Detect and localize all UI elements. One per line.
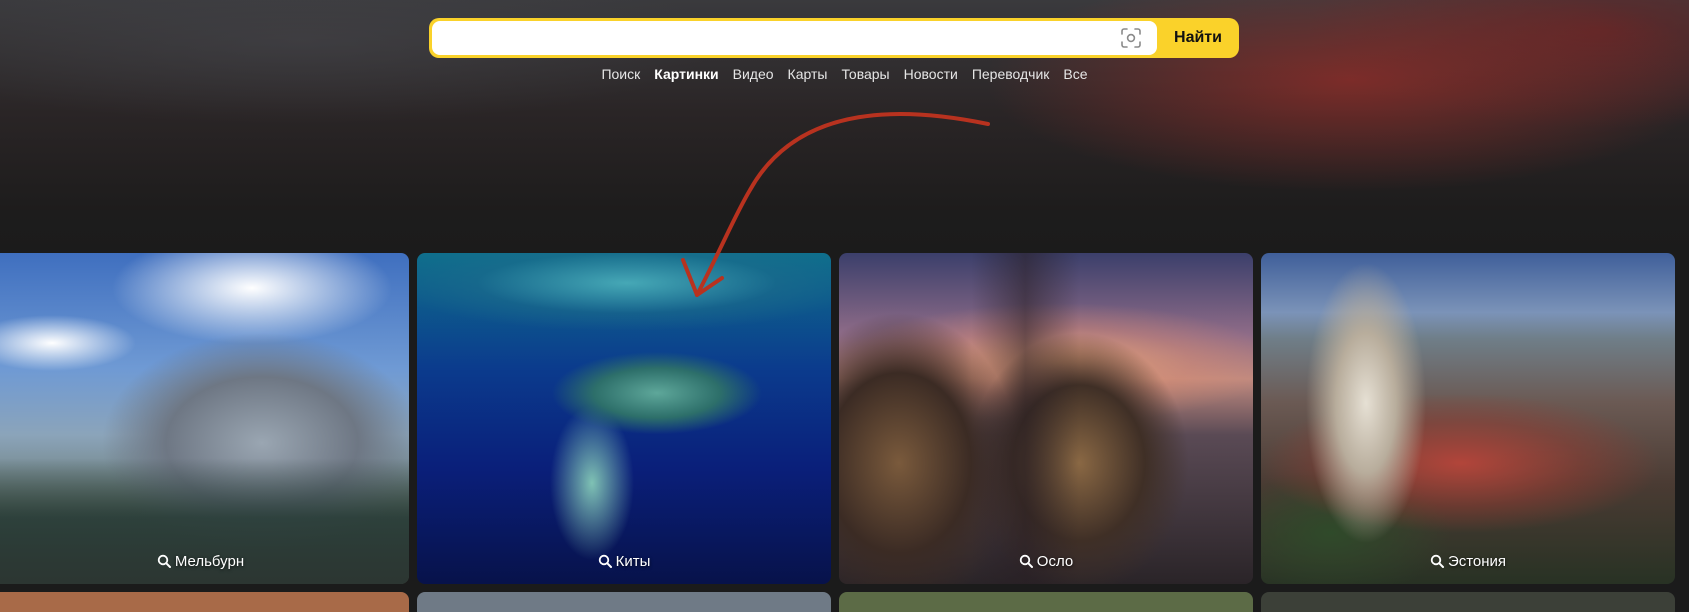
card-caption-text: Мельбурн (174, 553, 245, 570)
next-row-card[interactable] (0, 592, 409, 612)
next-row-card[interactable] (839, 592, 1253, 612)
camera-lens-icon[interactable] (1120, 27, 1142, 49)
search-tabs: Поиск Картинки Видео Карты Товары Новост… (0, 66, 1689, 86)
card-caption: Киты (417, 553, 831, 572)
search-button[interactable]: Найти (1157, 18, 1239, 58)
magnifier-icon (1019, 554, 1033, 572)
tab-images[interactable]: Картинки (654, 66, 718, 86)
magnifier-icon (598, 554, 612, 572)
image-card-estonia[interactable]: Эстония (1261, 253, 1675, 584)
card-image (417, 253, 831, 584)
tab-maps[interactable]: Карты (788, 66, 828, 86)
card-caption: Мельбурн (0, 553, 409, 572)
card-image (839, 253, 1253, 584)
card-image (0, 253, 409, 584)
card-caption-text: Киты (615, 553, 651, 570)
tab-search[interactable]: Поиск (601, 66, 640, 86)
tab-news[interactable]: Новости (904, 66, 958, 86)
image-card-melbourne[interactable]: Мельбурн (0, 253, 409, 584)
next-row-card[interactable] (1261, 592, 1675, 612)
search-input[interactable] (442, 27, 1086, 51)
search-bar: Найти (429, 18, 1239, 58)
tab-all[interactable]: Все (1063, 66, 1087, 86)
card-image (1261, 253, 1675, 584)
next-row-card[interactable] (417, 592, 831, 612)
tab-translator[interactable]: Переводчик (972, 66, 1050, 86)
image-card-whales[interactable]: Киты (417, 253, 831, 584)
tab-products[interactable]: Товары (841, 66, 889, 86)
image-card-oslo[interactable]: Осло (839, 253, 1253, 584)
card-caption: Осло (839, 553, 1253, 572)
card-caption-text: Эстония (1447, 553, 1507, 570)
card-caption: Эстония (1261, 553, 1675, 572)
tab-video[interactable]: Видео (733, 66, 774, 86)
card-caption-text: Осло (1036, 553, 1074, 570)
magnifier-icon (1430, 554, 1444, 572)
search-field (432, 21, 1157, 55)
magnifier-icon (157, 554, 171, 572)
